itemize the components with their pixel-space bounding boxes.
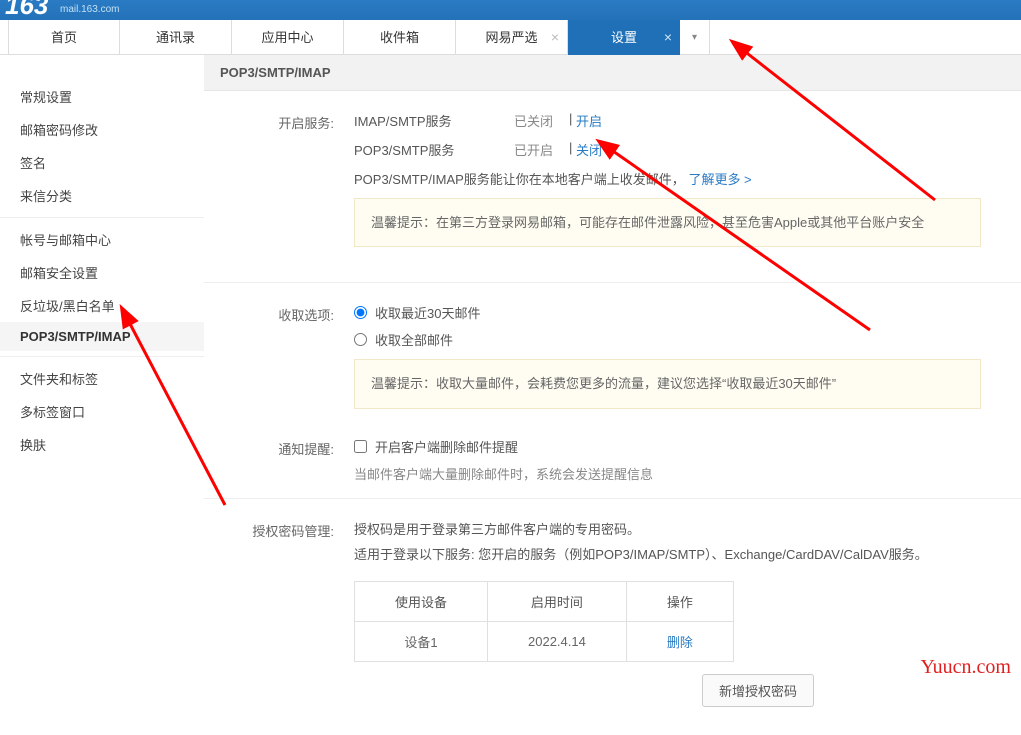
notify-subtext: 当邮件客户端大量删除邮件时，系统会发送提醒信息 bbox=[354, 464, 1021, 483]
radio-label-all: 收取全部邮件 bbox=[375, 330, 453, 349]
radio-recent-30[interactable] bbox=[354, 306, 367, 319]
tab-label: 通讯录 bbox=[156, 30, 195, 45]
th-time: 启用时间 bbox=[488, 581, 627, 621]
sidebar-item-spam[interactable]: 反垃圾/黑白名单 bbox=[0, 289, 204, 322]
learn-more-link[interactable]: 了解更多 > bbox=[688, 172, 751, 187]
close-icon[interactable]: × bbox=[664, 20, 672, 55]
service-status-imap: 已关闭 bbox=[514, 111, 569, 130]
tab-label: 网易严选 bbox=[485, 30, 537, 45]
sidebar-item-general[interactable]: 常规设置 bbox=[0, 80, 204, 113]
tab-more-dropdown[interactable]: ▾ bbox=[680, 20, 710, 55]
label-receive-options: 收取选项: bbox=[204, 303, 354, 428]
delete-auth-link[interactable]: 删除 bbox=[667, 635, 693, 650]
sidebar-item-account[interactable]: 帐号与邮箱中心 bbox=[0, 223, 204, 256]
chevron-down-icon: ▾ bbox=[692, 32, 697, 43]
cell-time: 2022.4.14 bbox=[488, 621, 627, 661]
auth-desc-1: 授权码是用于登录第三方邮件客户端的专用密码。 bbox=[354, 519, 1021, 538]
service-action-imap-enable[interactable]: 开启 bbox=[576, 111, 602, 130]
th-device: 使用设备 bbox=[355, 581, 488, 621]
settings-sidebar: 常规设置 邮箱密码修改 签名 来信分类 帐号与邮箱中心 邮箱安全设置 反垃圾/黑… bbox=[0, 55, 204, 704]
label-auth-password: 授权密码管理: bbox=[204, 519, 354, 707]
auth-table-row: 设备1 2022.4.14 删除 bbox=[355, 621, 734, 661]
sidebar-item-signature[interactable]: 签名 bbox=[0, 146, 204, 179]
tab-label: 应用中心 bbox=[261, 30, 313, 45]
tab-label: 收件箱 bbox=[380, 30, 419, 45]
th-action: 操作 bbox=[626, 581, 733, 621]
sidebar-item-multitab[interactable]: 多标签窗口 bbox=[0, 395, 204, 428]
warning-tip-1: 温馨提示：在第三方登录网易邮箱，可能存在邮件泄露风险，甚至危害Apple或其他平… bbox=[354, 198, 981, 247]
tab-label: 设置 bbox=[611, 30, 637, 45]
watermark: Yuucn.com bbox=[920, 656, 1011, 679]
settings-content: POP3/SMTP/IMAP 开启服务: IMAP/SMTP服务 已关闭 | 开… bbox=[204, 55, 1021, 704]
tab-label: 首页 bbox=[51, 30, 77, 45]
checkbox-delete-notify[interactable] bbox=[354, 440, 367, 453]
service-name-imap: IMAP/SMTP服务 bbox=[354, 111, 514, 130]
tab-contacts[interactable]: 通讯录 bbox=[120, 20, 232, 55]
sidebar-item-password[interactable]: 邮箱密码修改 bbox=[0, 113, 204, 146]
radio-label-recent-30: 收取最近30天邮件 bbox=[375, 303, 480, 322]
service-note: POP3/SMTP/IMAP服务能让你在本地客户端上收发邮件， bbox=[354, 172, 685, 187]
warning-tip-2: 温馨提示：收取大量邮件，会耗费您更多的流量，建议您选择“收取最近30天邮件” bbox=[354, 359, 981, 408]
close-icon[interactable]: × bbox=[551, 20, 559, 55]
sidebar-item-skin[interactable]: 换肤 bbox=[0, 428, 204, 461]
sidebar-item-security[interactable]: 邮箱安全设置 bbox=[0, 256, 204, 289]
sidebar-item-inbox-rules[interactable]: 来信分类 bbox=[0, 179, 204, 212]
label-notify: 通知提醒: bbox=[204, 437, 354, 483]
radio-all[interactable] bbox=[354, 333, 367, 346]
auth-desc-2: 适用于登录以下服务: 您开启的服务（例如POP3/IMAP/SMTP）、Exch… bbox=[354, 544, 1021, 563]
main-tabs: 首页 通讯录 应用中心 收件箱 网易严选 × 设置 × ▾ bbox=[0, 20, 1021, 55]
tab-yanxuan[interactable]: 网易严选 × bbox=[456, 20, 568, 55]
label-open-service: 开启服务: bbox=[204, 111, 354, 267]
tab-settings[interactable]: 设置 × bbox=[568, 20, 680, 55]
service-status-pop3: 已开启 bbox=[514, 140, 569, 159]
cell-device: 设备1 bbox=[355, 621, 488, 661]
section-title: POP3/SMTP/IMAP bbox=[204, 55, 1021, 91]
checkbox-label-delete-notify: 开启客户端删除邮件提醒 bbox=[375, 437, 518, 456]
sidebar-item-folders[interactable]: 文件夹和标签 bbox=[0, 362, 204, 395]
brand-domain: mail.163.com bbox=[60, 4, 119, 15]
sidebar-item-pop3-smtp-imap[interactable]: POP3/SMTP/IMAP bbox=[0, 322, 204, 351]
add-auth-password-button[interactable]: 新增授权密码 bbox=[702, 674, 814, 707]
tab-home[interactable]: 首页 bbox=[8, 20, 120, 55]
service-name-pop3: POP3/SMTP服务 bbox=[354, 140, 514, 159]
brand-logo-fragment: 163 bbox=[5, 0, 48, 15]
auth-table: 使用设备 启用时间 操作 设备1 2022.4.14 删除 bbox=[354, 581, 734, 662]
tab-inbox[interactable]: 收件箱 bbox=[344, 20, 456, 55]
service-action-pop3-disable[interactable]: 关闭 bbox=[576, 140, 602, 159]
tab-apps[interactable]: 应用中心 bbox=[232, 20, 344, 55]
